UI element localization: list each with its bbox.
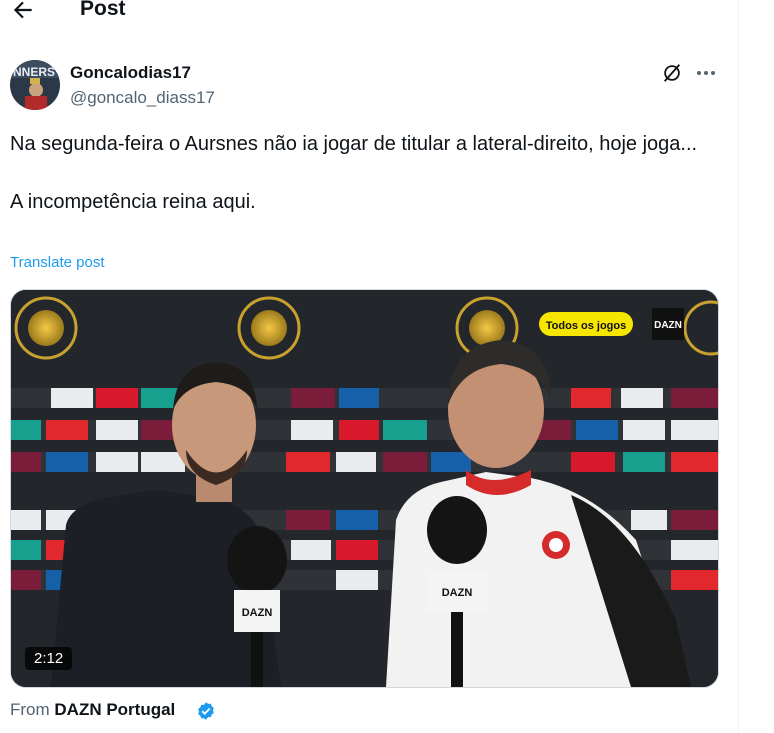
dazn-logo: DAZN (654, 320, 682, 331)
author-handle[interactable]: @goncalo_diass17 (70, 88, 215, 108)
source-attribution: From DAZN Portugal (10, 700, 175, 720)
source-name[interactable]: DAZN Portugal (54, 700, 175, 719)
svg-text:NNERS: NNERS (13, 65, 55, 79)
page-title: Post (80, 0, 126, 20)
verified-badge-icon (198, 702, 214, 720)
svg-text:DAZN: DAZN (242, 607, 273, 619)
video-frame: DAZN DAZN Todos os jogos DAZN (11, 290, 718, 687)
video-duration: 2:12 (25, 647, 73, 670)
svg-text:DAZN: DAZN (442, 587, 473, 599)
avatar[interactable]: NNERS (10, 60, 60, 110)
back-arrow-icon[interactable] (10, 0, 36, 23)
more-options-icon[interactable] (694, 62, 718, 84)
video-player[interactable]: DAZN DAZN Todos os jogos DAZN (10, 289, 719, 688)
post-column: Post NNERS Goncalodias17 @goncalo_diass1… (0, 0, 739, 733)
translate-post-link[interactable]: Translate post (10, 254, 105, 271)
grok-icon[interactable] (661, 62, 683, 84)
post-text: Na segunda-feira o Aursnes não ia jogar … (10, 133, 698, 213)
source-prefix: From (10, 700, 55, 719)
author-display-name[interactable]: Goncalodias17 (70, 63, 191, 83)
all-games-badge: Todos os jogos (546, 320, 626, 332)
post-header: Post (0, 0, 738, 28)
